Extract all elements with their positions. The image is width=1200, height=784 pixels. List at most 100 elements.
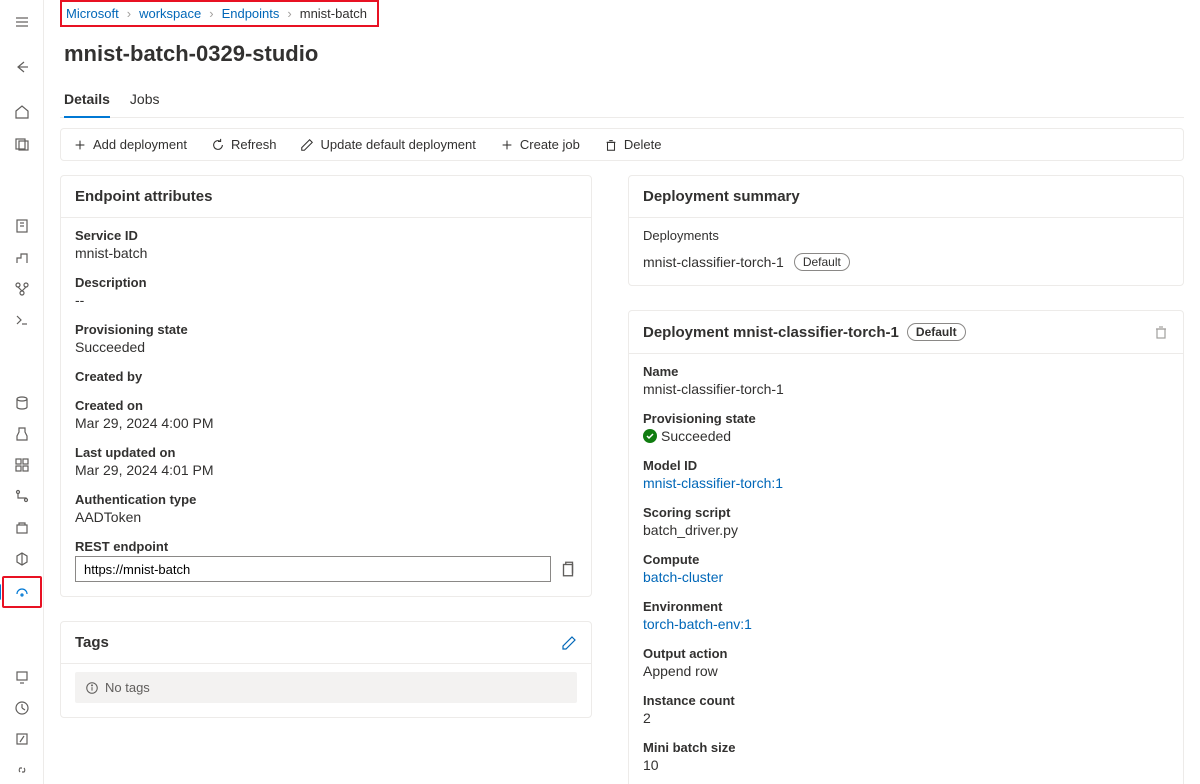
mini-batch-value: 10 xyxy=(643,757,1169,773)
delete-label: Delete xyxy=(624,137,662,152)
created-on-value: Mar 29, 2024 4:00 PM xyxy=(75,415,577,431)
nav-rail xyxy=(0,0,44,784)
service-id-label: Service ID xyxy=(75,228,577,243)
deployment-detail-card: Deployment mnist-classifier-torch-1 Defa… xyxy=(628,310,1184,784)
trash-icon xyxy=(604,138,618,152)
breadcrumb-link[interactable]: Endpoints xyxy=(222,6,280,21)
compute-link[interactable]: batch-cluster xyxy=(643,569,1169,585)
description-value: -- xyxy=(75,292,577,308)
scoring-script-label: Scoring script xyxy=(643,505,1169,520)
edit-tags-icon[interactable] xyxy=(561,635,577,651)
provisioning-state-label: Provisioning state xyxy=(75,322,577,337)
delete-button[interactable]: Delete xyxy=(604,137,662,152)
copy-icon[interactable] xyxy=(559,560,577,578)
delete-deployment-icon[interactable] xyxy=(1153,324,1169,340)
info-icon xyxy=(85,681,99,695)
chevron-right-icon: › xyxy=(209,6,213,21)
success-check-icon xyxy=(643,429,657,443)
notebook-icon[interactable] xyxy=(6,213,38,240)
create-job-button[interactable]: Create job xyxy=(500,137,580,152)
instance-count-value: 2 xyxy=(643,710,1169,726)
output-action-label: Output action xyxy=(643,646,1169,661)
pipelines-icon[interactable] xyxy=(6,483,38,510)
card-header: Endpoint attributes xyxy=(61,176,591,218)
tab-jobs[interactable]: Jobs xyxy=(130,85,160,117)
monitoring-icon[interactable] xyxy=(6,694,38,721)
environment-link[interactable]: torch-batch-env:1 xyxy=(643,616,1169,632)
breadcrumb-link[interactable]: workspace xyxy=(139,6,201,21)
plus-icon xyxy=(73,138,87,152)
designer-icon[interactable] xyxy=(6,275,38,302)
breadcrumb-current: mnist-batch xyxy=(300,6,367,21)
tabs: Details Jobs xyxy=(60,85,1184,118)
home-icon[interactable] xyxy=(6,99,38,126)
deployment-detail-title: Deployment mnist-classifier-torch-1 xyxy=(643,324,899,341)
compute-label: Compute xyxy=(643,552,1169,567)
breadcrumb-link[interactable]: Microsoft xyxy=(66,6,119,21)
description-label: Description xyxy=(75,275,577,290)
provisioning-state-value: Succeeded xyxy=(75,339,577,355)
catalog-icon[interactable] xyxy=(6,130,38,157)
automl-icon[interactable] xyxy=(6,244,38,271)
update-default-label: Update default deployment xyxy=(320,137,475,152)
data-icon[interactable] xyxy=(6,389,38,416)
service-id-value: mnist-batch xyxy=(75,245,577,261)
created-by-label: Created by xyxy=(75,369,577,384)
tab-details[interactable]: Details xyxy=(64,85,110,117)
environments-icon[interactable] xyxy=(6,514,38,541)
last-updated-label: Last updated on xyxy=(75,445,577,460)
default-badge: Default xyxy=(907,323,966,341)
instance-count-label: Instance count xyxy=(643,693,1169,708)
deployment-name: mnist-classifier-torch-1 xyxy=(643,254,784,270)
auth-type-label: Authentication type xyxy=(75,492,577,507)
tags-title: Tags xyxy=(75,634,109,651)
hamburger-icon[interactable] xyxy=(6,8,38,35)
name-label: Name xyxy=(643,364,1169,379)
model-id-label: Model ID xyxy=(643,458,1169,473)
jobs-icon[interactable] xyxy=(6,420,38,447)
endpoint-attributes-card: Endpoint attributes Service ID mnist-bat… xyxy=(60,175,592,597)
pencil-icon xyxy=(300,138,314,152)
components-icon[interactable] xyxy=(6,452,38,479)
last-updated-value: Mar 29, 2024 4:01 PM xyxy=(75,462,577,478)
prov-state-value: Succeeded xyxy=(661,428,731,444)
prompt-flow-icon[interactable] xyxy=(6,306,38,333)
toolbar: Add deployment Refresh Update default de… xyxy=(60,128,1184,161)
mini-batch-label: Mini batch size xyxy=(643,740,1169,755)
page-title: mnist-batch-0329-studio xyxy=(64,41,1180,67)
rest-endpoint-label: REST endpoint xyxy=(75,539,577,554)
rest-endpoint-input[interactable] xyxy=(75,556,551,582)
tags-empty-label: No tags xyxy=(105,680,150,695)
deployment-summary-card: Deployment summary Deployments mnist-cla… xyxy=(628,175,1184,286)
auth-type-value: AADToken xyxy=(75,509,577,525)
default-badge: Default xyxy=(794,253,850,271)
refresh-label: Refresh xyxy=(231,137,277,152)
name-value: mnist-classifier-torch-1 xyxy=(643,381,1169,397)
refresh-icon xyxy=(211,138,225,152)
tags-card: Tags No tags xyxy=(60,621,592,718)
plus-icon xyxy=(500,138,514,152)
refresh-button[interactable]: Refresh xyxy=(211,137,277,152)
add-deployment-label: Add deployment xyxy=(93,137,187,152)
scoring-script-value: batch_driver.py xyxy=(643,522,1169,538)
endpoints-icon[interactable] xyxy=(2,576,42,607)
create-job-label: Create job xyxy=(520,137,580,152)
models-icon[interactable] xyxy=(6,545,38,572)
data-labeling-icon[interactable] xyxy=(6,726,38,753)
add-deployment-button[interactable]: Add deployment xyxy=(73,137,187,152)
card-header: Deployment summary xyxy=(629,176,1183,218)
tags-empty: No tags xyxy=(75,672,577,703)
linked-services-icon[interactable] xyxy=(6,757,38,784)
model-id-link[interactable]: mnist-classifier-torch:1 xyxy=(643,475,1169,491)
created-on-label: Created on xyxy=(75,398,577,413)
environment-label: Environment xyxy=(643,599,1169,614)
compute-icon[interactable] xyxy=(6,663,38,690)
prov-state-label: Provisioning state xyxy=(643,411,1169,426)
output-action-value: Append row xyxy=(643,663,1169,679)
deployments-label: Deployments xyxy=(643,228,1169,243)
chevron-right-icon: › xyxy=(127,6,131,21)
update-default-button[interactable]: Update default deployment xyxy=(300,137,475,152)
chevron-right-icon: › xyxy=(287,6,291,21)
back-arrow-icon[interactable] xyxy=(6,53,38,80)
breadcrumb: Microsoft › workspace › Endpoints › mnis… xyxy=(60,0,379,27)
